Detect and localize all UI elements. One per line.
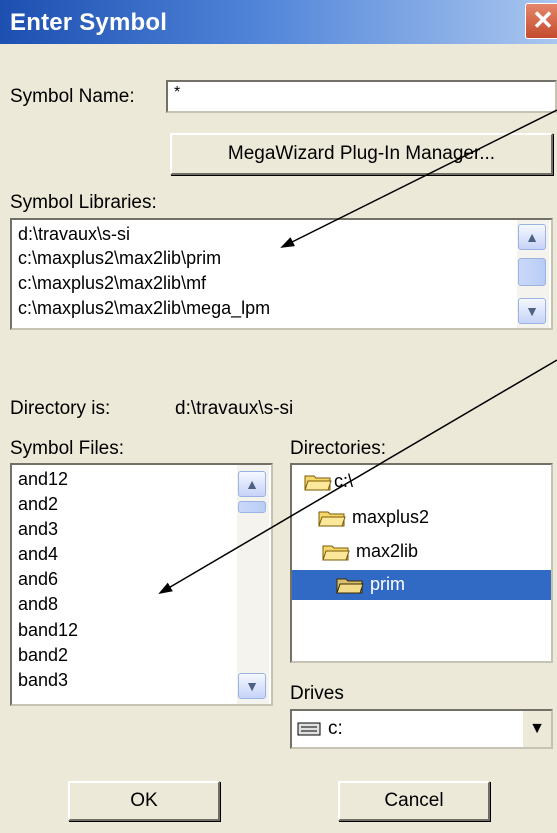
open-folder-icon: [336, 578, 364, 594]
scroll-down-icon[interactable]: ▼: [518, 298, 546, 324]
file-item[interactable]: and12: [18, 469, 68, 490]
symbol-files-label: Symbol Files:: [10, 438, 125, 459]
symbol-files-list[interactable]: and12 and2 and3 and4 and6 and8 band12 ba…: [10, 463, 273, 706]
open-folder-icon: [318, 511, 346, 527]
open-folder-icon: [322, 545, 350, 561]
symbol-libraries-list[interactable]: d:\travaux\s-si c:\maxplus2\max2lib\prim…: [10, 218, 553, 330]
file-item[interactable]: band12: [18, 620, 78, 641]
directory-is-label: Directory is:: [10, 398, 111, 419]
library-item[interactable]: d:\travaux\s-si: [18, 224, 130, 245]
file-item[interactable]: and6: [18, 569, 58, 590]
directory-is-value: d:\travaux\s-si: [175, 398, 294, 419]
window-title: Enter Symbol: [10, 9, 168, 36]
drives-select[interactable]: c: ▼: [290, 709, 553, 749]
library-item[interactable]: c:\maxplus2\max2lib\mf: [18, 273, 206, 294]
file-item[interactable]: and8: [18, 594, 58, 615]
symbol-name-value: *: [174, 84, 181, 101]
directory-item-label: prim: [370, 574, 405, 594]
close-button[interactable]: ✕: [525, 3, 557, 39]
directories-label: Directories:: [290, 438, 387, 459]
directory-item[interactable]: maxplus2: [352, 507, 429, 528]
ok-button[interactable]: OK: [68, 781, 220, 821]
file-item[interactable]: and2: [18, 494, 58, 515]
drives-label: Drives: [290, 683, 344, 704]
drive-icon: [297, 722, 321, 736]
open-folder-icon: [304, 475, 332, 491]
file-item[interactable]: band2: [18, 645, 68, 666]
symbol-name-label: Symbol Name:: [10, 86, 135, 107]
drives-value: c:: [328, 718, 343, 739]
scroll-up-icon[interactable]: ▲: [238, 471, 266, 497]
scroll-up-icon[interactable]: ▲: [518, 224, 546, 250]
libraries-scrollbar[interactable]: ▲ ▼: [517, 220, 549, 328]
file-item[interactable]: and4: [18, 544, 58, 565]
symbol-libraries-label: Symbol Libraries:: [10, 192, 157, 213]
megawizard-button[interactable]: MegaWizard Plug-In Manager...: [170, 133, 553, 175]
library-item[interactable]: c:\maxplus2\max2lib\prim: [18, 248, 221, 269]
directory-item[interactable]: max2lib: [356, 541, 418, 562]
directory-item-selected[interactable]: prim: [292, 570, 551, 600]
library-item[interactable]: c:\maxplus2\max2lib\mega_lpm: [18, 298, 270, 319]
chevron-down-icon[interactable]: ▼: [521, 711, 551, 747]
cancel-button[interactable]: Cancel: [338, 781, 490, 821]
file-item[interactable]: and3: [18, 519, 58, 540]
directories-list[interactable]: c:\ maxplus2 max2lib prim: [290, 463, 553, 663]
scroll-thumb[interactable]: [518, 258, 546, 286]
file-item[interactable]: band3: [18, 670, 68, 691]
files-scrollbar[interactable]: ▲ ▼: [237, 465, 269, 704]
scroll-down-icon[interactable]: ▼: [238, 673, 266, 699]
scroll-thumb[interactable]: [238, 501, 266, 513]
symbol-name-input[interactable]: *: [166, 80, 557, 113]
directory-item[interactable]: c:\: [334, 471, 353, 492]
